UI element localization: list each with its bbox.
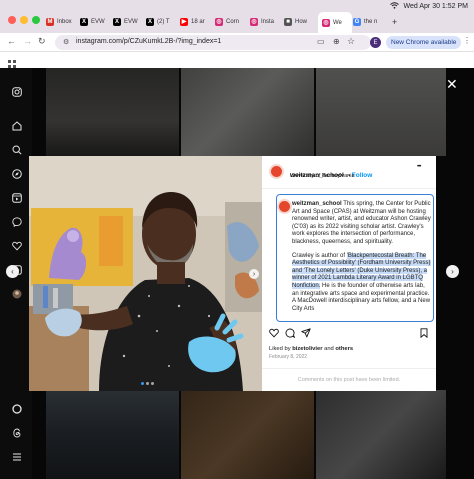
minimize-window-button[interactable] [20,16,28,24]
bookmarks-bar [0,52,474,68]
post-modal: › weitzman_school • Follow University of… [29,156,436,391]
caption-text: weitzman_school This spring, the Center … [292,201,431,312]
instagram-logo-icon[interactable] [11,86,22,97]
threads-icon[interactable] [11,427,22,438]
comment-icon[interactable] [285,328,295,338]
caption-author-username[interactable]: weitzman_school [292,201,342,207]
browser-tab[interactable]: Gthe n [353,14,384,29]
browser-tab-label: Inbox [57,18,72,25]
site-info-icon[interactable]: ⚙ [63,38,69,46]
messenger-icon[interactable] [11,216,22,227]
new-chrome-available-button[interactable]: New Chrome available [386,36,462,49]
zoom-icon[interactable]: ⊕ [333,37,340,46]
carousel-dots [141,382,154,385]
x-icon: X [80,17,88,26]
url-text[interactable]: instagram.com/p/CZuKumkL2B-/?img_index=1 [76,38,221,45]
post-actions [269,328,431,338]
browser-tab-bar: M Inbox X EVW X EVW X (2) T ▶ 18 ar ◎ Corn ◎ Insta ■ Ho… [0,0,474,33]
more-menu-icon[interactable]: ⋮ [463,36,471,45]
next-image-button[interactable]: › [249,269,259,279]
browser-tab-label: We [333,19,342,26]
browser-tab[interactable]: ■ How [284,14,315,29]
caption-area: weitzman_school This spring, the Center … [276,194,434,322]
next-post-button[interactable]: › [446,265,459,278]
browser-tab-label: 18 ar [191,18,205,25]
address-bar-row: ← → ↻ ⚙ instagram.com/p/CZuKumkL2B-/?img… [0,33,474,52]
new-tab-button[interactable]: + [392,14,397,29]
system-status-area: Wed Apr 30 1:52 PM [389,2,468,11]
likes-summary: Liked by bizetolivier and others [269,346,354,352]
omnibox[interactable]: ⚙ instagram.com/p/CZuKumkL2B-/?img_index… [55,35,371,50]
profile-avatar-icon[interactable] [11,288,22,299]
x-icon: X [113,17,121,26]
menu-hamburger-icon[interactable] [11,451,22,462]
browser-tab-label: Corn [226,18,240,25]
instagram-icon: ◎ [322,18,330,27]
browser-tab[interactable]: X EVW [80,14,111,29]
google-icon: G [353,17,361,26]
gmail-icon: M [46,17,54,26]
more-options-icon[interactable]: ••• [417,164,421,170]
browser-tab-label: Insta [261,18,275,25]
previous-post-button[interactable]: ‹ [6,265,19,278]
browser-tab[interactable]: X (2) T [146,14,177,29]
post-date[interactable]: February 8, 2022 [269,354,307,360]
close-modal-icon[interactable]: ✕ [446,76,458,93]
cast-icon[interactable]: ▭ [317,37,325,46]
comments-limited-notice: Comments on this post have been limited. [262,368,436,391]
back-arrow-icon[interactable]: ← [7,36,16,46]
browser-tab[interactable]: M Inbox [46,14,77,29]
share-send-icon[interactable] [301,328,311,338]
youtube-icon: ▶ [180,17,188,26]
forward-arrow-icon[interactable]: → [23,36,32,46]
meta-ai-icon[interactable] [11,403,22,414]
browser-tab-label: How [295,18,308,25]
save-bookmark-icon[interactable] [419,328,429,338]
instagram-icon: ◎ [250,17,258,26]
x-icon: X [146,17,154,26]
browser-tab-label: (2) T [157,18,170,25]
notifications-heart-icon[interactable] [11,240,22,251]
author-avatar[interactable] [269,164,284,179]
post-details-panel: weitzman_school • Follow University of P… [262,156,436,391]
browser-tab[interactable]: ◎ Insta [250,14,281,29]
reload-icon[interactable]: ↻ [38,36,46,47]
close-window-button[interactable] [8,16,16,24]
caption-author-avatar[interactable] [277,199,292,214]
browser-tab[interactable]: X EVW [113,14,144,29]
browser-tab-label: EVW [91,18,105,25]
browser-tab[interactable]: ◎ Corn [215,14,246,29]
like-heart-icon[interactable] [269,328,279,338]
post-location[interactable]: University of Pennsylvania [290,173,355,179]
browser-tab-label: the n [364,18,378,25]
browser-tab[interactable]: ▶ 18 ar [180,14,211,29]
zoom-window-button[interactable] [32,16,40,24]
reels-icon[interactable] [11,192,22,203]
explore-compass-icon[interactable] [11,168,22,179]
search-icon[interactable] [11,144,22,155]
datetime: Wed Apr 30 1:52 PM [403,3,468,10]
liked-by-others-link[interactable]: others [335,346,353,352]
browser-tab[interactable]: ◎ We [318,12,352,33]
instagram-icon: ◎ [215,17,223,26]
profile-avatar[interactable]: E [370,37,381,48]
wifi-icon [389,2,399,11]
post-photo: › [29,156,262,391]
home-icon[interactable] [11,120,22,131]
browser-tab-label: EVW [124,18,138,25]
liked-by-user[interactable]: bizetolivier [292,346,322,352]
bookmark-star-icon[interactable]: ☆ [347,36,355,47]
page-icon: ■ [284,17,292,26]
